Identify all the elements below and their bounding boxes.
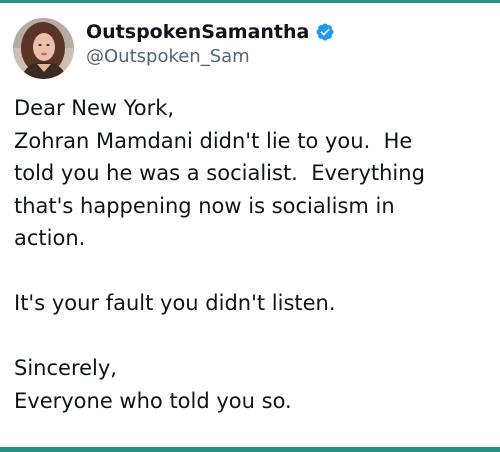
avatar[interactable]	[13, 18, 74, 79]
text-line: Everyone who told you so.	[14, 388, 292, 413]
verified-badge-icon	[315, 22, 335, 42]
top-accent-bar	[0, 0, 500, 3]
paragraph-greeting: Dear New York, Zohran Mamdani didn't lie…	[14, 92, 492, 255]
text-line: It's your fault you didn't listen.	[14, 291, 336, 315]
paragraph-fault: It's your fault you didn't listen.	[14, 287, 492, 320]
author-name-row: OutspokenSamantha	[86, 20, 335, 44]
author-display-name[interactable]: OutspokenSamantha	[86, 20, 309, 44]
bottom-accent-bar	[0, 447, 500, 452]
text-line: Dear New York,	[14, 96, 175, 120]
author-block: OutspokenSamantha @Outspoken_Sam	[86, 20, 335, 69]
paragraph-signoff: Sincerely, Everyone who told you so.	[14, 352, 492, 417]
text-line: Sincerely,	[14, 356, 117, 380]
post-card: OutspokenSamantha @Outspoken_Sam Dear Ne…	[0, 0, 500, 452]
post-text: Dear New York, Zohran Mamdani didn't lie…	[14, 92, 492, 417]
text-line: that's happening now is socialism in	[14, 193, 395, 218]
author-handle[interactable]: @Outspoken_Sam	[86, 45, 335, 69]
profile-photo	[13, 18, 74, 79]
post-header: OutspokenSamantha @Outspoken_Sam	[13, 18, 335, 79]
text-line: Zohran Mamdani didn't lie to you. He	[14, 128, 413, 153]
text-line: action.	[14, 226, 86, 250]
text-line: told you he was a socialist. Everything	[14, 161, 425, 185]
